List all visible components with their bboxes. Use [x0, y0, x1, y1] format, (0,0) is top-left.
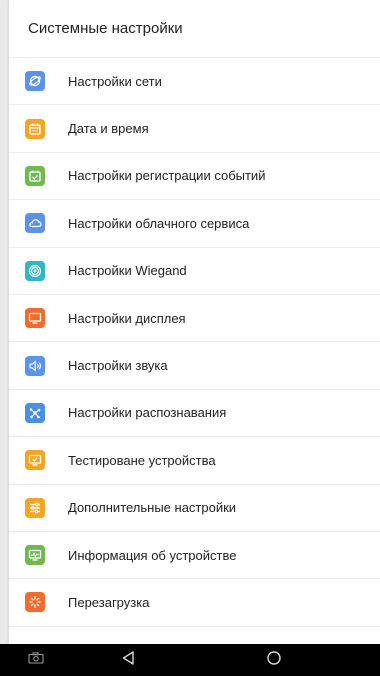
menu-item-date-time[interactable]: Дата и время [9, 105, 380, 153]
screenshot-button[interactable] [22, 644, 50, 676]
system-navigation-bar [0, 644, 380, 676]
menu-item-label: Настройки распознавания [68, 405, 227, 421]
settings-panel: Системные настройки Настройки сети Дата … [9, 0, 380, 644]
back-icon [121, 650, 135, 671]
menu-item-label: Настройки дисплея [68, 310, 186, 326]
device-info-icon [25, 545, 45, 566]
menu-item-label: Тестироване устройства [68, 452, 216, 468]
menu-item-label: Дополнительные настройки [68, 500, 237, 516]
calendar-icon [25, 118, 45, 139]
menu-item-label: Настройки регистрации событий [68, 168, 266, 184]
reboot-icon [25, 592, 45, 613]
menu-item-advanced-settings[interactable]: Дополнительные настройки [9, 485, 380, 532]
menu-item-device-info[interactable]: Информация об устройстве [9, 532, 380, 580]
menu-item-event-log[interactable]: Настройки регистрации событий [9, 153, 380, 201]
sound-icon [25, 355, 45, 376]
menu-item-reboot[interactable]: Перезагрузка [9, 579, 380, 627]
network-icon [25, 71, 45, 92]
display-icon [25, 308, 45, 329]
page-title: Системные настройки [28, 20, 183, 37]
menu-item-display[interactable]: Настройки дисплея [9, 295, 380, 343]
recognition-icon [25, 402, 45, 423]
menu-item-device-test[interactable]: Тестироване устройства [9, 437, 380, 485]
menu-item-label: Информация об устройстве [68, 547, 237, 563]
menu-item-label: Настройки облачного сервиса [68, 215, 250, 231]
back-button[interactable] [108, 644, 148, 676]
menu-item-label: Настройки звука [68, 358, 168, 374]
screenshot-icon [28, 651, 44, 669]
menu-item-network[interactable]: Настройки сети [9, 58, 380, 106]
menu-item-recognition[interactable]: Настройки распознавания [9, 390, 380, 438]
cloud-icon [25, 213, 45, 234]
page-header: Системные настройки [9, 0, 380, 58]
advanced-settings-icon [25, 497, 45, 518]
menu-item-wiegand[interactable]: Настройки Wiegand [9, 248, 380, 295]
menu-item-label: Настройки сети [68, 73, 162, 89]
home-icon [266, 650, 282, 671]
menu-item-label: Перезагрузка [68, 594, 150, 610]
device-test-icon [25, 450, 45, 471]
menu-item-cloud[interactable]: Настройки облачного сервиса [9, 200, 380, 248]
menu-item-sound[interactable]: Настройки звука [9, 342, 380, 390]
event-log-icon [25, 165, 45, 186]
wiegand-icon [25, 260, 45, 281]
home-button[interactable] [254, 644, 294, 676]
menu-item-label: Настройки Wiegand [68, 263, 187, 279]
menu-item-label: Дата и время [68, 121, 149, 137]
settings-menu: Настройки сети Дата и время Настройки ре… [9, 58, 380, 627]
